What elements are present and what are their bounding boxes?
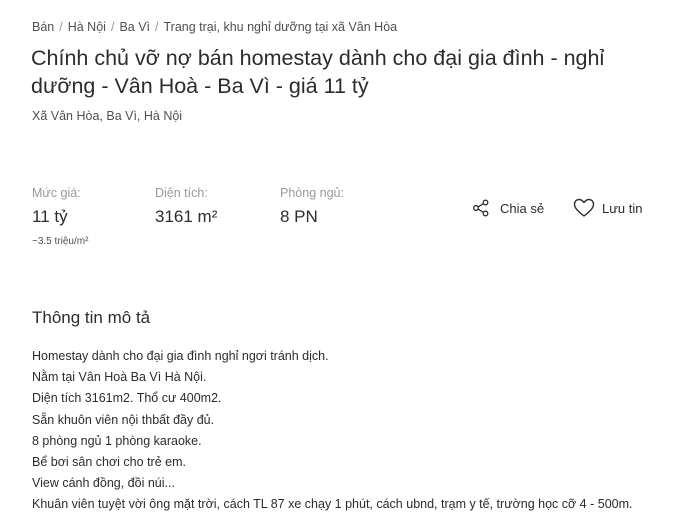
description-line: View cánh đồng, đồi núi... (32, 476, 175, 491)
price-value: 11 tỷ (32, 207, 68, 226)
description-line: Khuân viên tuyệt vời ông mặt trời, cách … (32, 497, 633, 512)
description-heading: Thông tin mô tả (32, 308, 151, 327)
listing-title: Chính chủ vỡ nợ bán homestay dành cho đạ… (31, 46, 605, 98)
bedrooms-stat: Phòng ngủ: 8 PN (280, 186, 344, 227)
area-value: 3161 m² (155, 207, 218, 226)
breadcrumb: Bán / Hà Nội / Ba Vì / Trang trại, khu nghỉ dư… (32, 20, 397, 34)
breadcrumb-separator: / (59, 20, 63, 34)
description-line: Homestay dành cho đại gia đình nghỉ ngơi… (32, 349, 329, 363)
heart-icon (573, 198, 595, 218)
bedrooms-label: Phòng ngủ: (280, 186, 344, 200)
breadcrumb-separator: / (155, 20, 159, 34)
breadcrumb-item-category[interactable]: Trang trại, khu nghỉ dưỡng tại xã Vân Hò… (164, 20, 398, 34)
share-icon (471, 198, 491, 218)
description-line: Sẵn khuôn viên nội thbất đầy đủ. (32, 412, 215, 427)
description-body: Homestay dành cho đại gia đình nghỉ ngơi… (32, 346, 632, 516)
price-label: Mức giá: (32, 186, 81, 200)
bedrooms-value: 8 PN (280, 207, 318, 226)
breadcrumb-separator: / (110, 20, 115, 34)
share-button[interactable]: Chia sẻ (471, 198, 544, 218)
save-label: Lưu tin (602, 200, 643, 216)
price-stat: Mức giá: 11 tỷ ~3.5 triệu/m² (32, 186, 88, 247)
listing-address: Xã Vân Hòa, Ba Vì, Hà Nội (32, 109, 183, 123)
share-label: Chia sẻ (500, 200, 545, 216)
description-line: Bể bơi sân chơi cho trẻ em. (32, 455, 186, 470)
description-line: Diện tích 3161m2. Thổ cư 400m2. (32, 391, 222, 406)
description-line: Nằm tại Vân Hoà Ba Vì Hà Nội. (32, 370, 207, 385)
area-label: Diện tích: (155, 186, 208, 200)
save-listing-button[interactable]: Lưu tin (573, 198, 643, 218)
area-stat: Diện tích: 3161 m² (155, 186, 217, 227)
price-per-m2: ~3.5 triệu/m² (32, 236, 89, 247)
breadcrumb-item-ha-noi[interactable]: Hà Nội (68, 20, 106, 34)
breadcrumb-item-ba-vi[interactable]: Ba Vì (119, 20, 150, 34)
description-line: 8 phòng ngủ 1 phòng karaoke. (32, 433, 202, 448)
breadcrumb-item-ban[interactable]: Bán (32, 20, 54, 34)
